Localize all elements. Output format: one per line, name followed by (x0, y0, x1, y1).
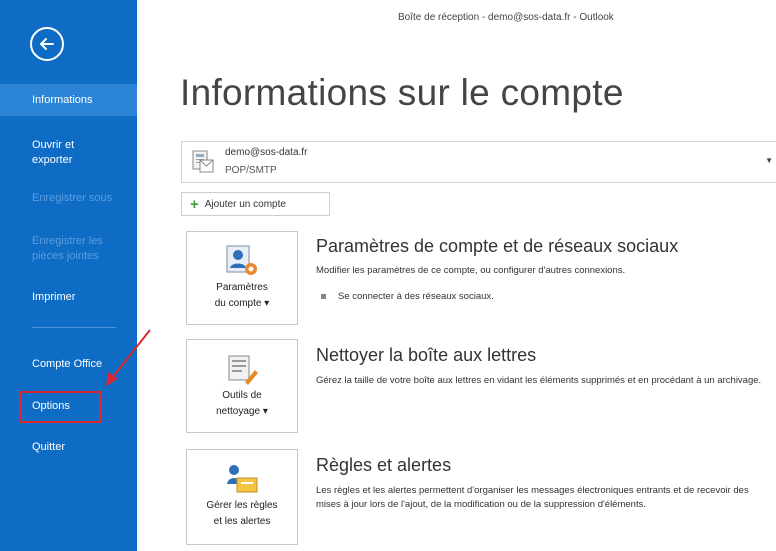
options-highlight-box (20, 391, 101, 423)
section-title: Règles et alertes (316, 455, 452, 475)
nav-divider (32, 327, 116, 328)
account-email: demo@sos-data.fr (225, 147, 308, 158)
section-title: Nettoyer la boîte aux lettres (316, 345, 537, 365)
account-settings-icon (226, 245, 257, 275)
manage-rules-button[interactable]: Gérer les règles et les alertes (186, 449, 298, 545)
bullet-icon (321, 293, 326, 299)
nav-enregistrer-sous: Enregistrer sous (0, 191, 137, 206)
back-arrow-icon[interactable] (30, 27, 64, 61)
nav-label: Ouvrir et exporter (32, 139, 75, 166)
nav-label: Enregistrer sous (32, 192, 113, 204)
nav-label: Compte Office (32, 358, 103, 370)
section-description: Les règles et les alertes permettent d'o… (316, 485, 749, 510)
chevron-down-icon[interactable]: ▼ (765, 156, 773, 165)
section-description: Gérez la taille de votre boîte aux lettr… (316, 375, 762, 386)
nav-enregistrer-pieces-jointes: Enregistrer les pièces jointes (0, 234, 120, 264)
account-settings-button[interactable]: Paramètres du compte ▾ (186, 231, 298, 325)
tile-label: Paramètres du compte ▾ (214, 282, 270, 309)
link-label: Se connecter à des réseaux sociaux. (338, 291, 494, 302)
social-networks-link[interactable]: Se connecter à des réseaux sociaux. (321, 291, 494, 302)
tile-label: Outils de nettoyage ▾ (216, 390, 268, 417)
nav-label: Quitter (32, 441, 66, 453)
add-account-label: Ajouter un compte (204, 198, 286, 210)
nav-ouvrir-exporter[interactable]: Ouvrir et exporter (0, 138, 110, 168)
account-icon (192, 150, 214, 173)
account-selector[interactable]: demo@sos-data.fr POP/SMTP ▼ (181, 141, 776, 183)
nav-compte-office[interactable]: Compte Office (0, 357, 137, 372)
tile-label: Gérer les règles et les alertes (206, 500, 278, 527)
nav-label: Informations (32, 94, 93, 106)
page-title: Informations sur le compte (180, 72, 624, 113)
plus-icon: + (190, 195, 199, 213)
backstage-sidebar: Informations Ouvrir et exporter Enregist… (0, 0, 137, 551)
section-description: Modifier les paramètres de ce compte, ou… (316, 265, 626, 276)
rules-alerts-icon (227, 465, 258, 493)
add-account-button[interactable]: + Ajouter un compte (181, 192, 330, 216)
nav-label: Imprimer (32, 291, 76, 303)
nav-informations[interactable]: Informations (0, 84, 137, 116)
cleanup-tools-button[interactable]: Outils de nettoyage ▾ (186, 339, 298, 433)
window-title: Boîte de réception - demo@sos-data.fr - … (398, 12, 614, 23)
cleanup-icon (228, 355, 258, 385)
section-title: Paramètres de compte et de réseaux socia… (316, 236, 679, 256)
nav-imprimer[interactable]: Imprimer (0, 290, 137, 305)
nav-label: Enregistrer les pièces jointes (32, 235, 103, 262)
account-type: POP/SMTP (225, 165, 277, 176)
nav-quitter[interactable]: Quitter (0, 440, 137, 455)
